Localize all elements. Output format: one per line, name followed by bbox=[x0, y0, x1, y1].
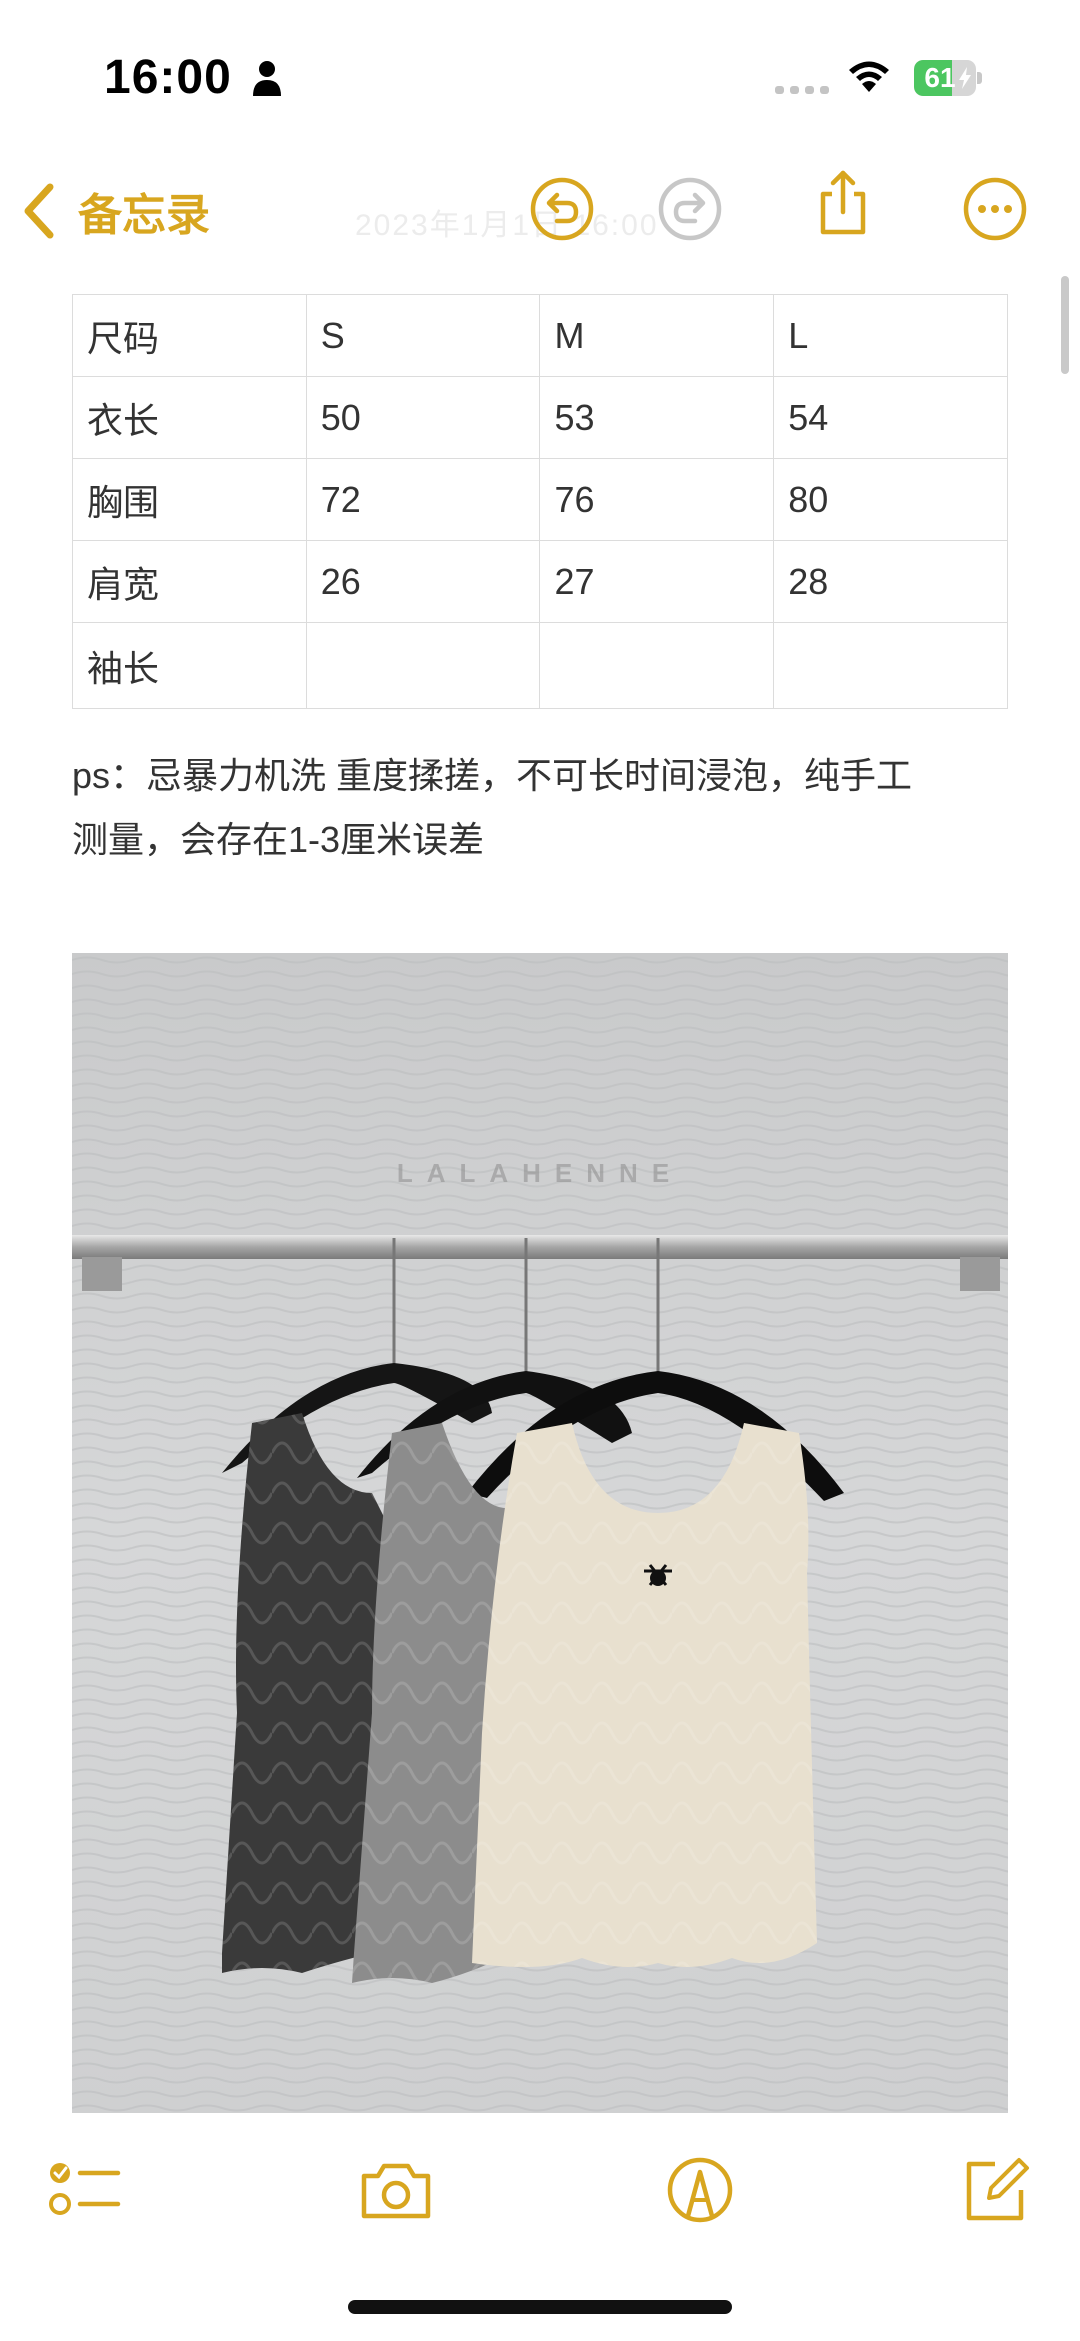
note-date: 2023年1月1日 16:00 bbox=[355, 209, 659, 242]
table-cell: 72 bbox=[305, 458, 541, 541]
compose-icon bbox=[966, 2158, 1029, 2221]
table-row: 袖长 bbox=[72, 622, 1008, 709]
table-cell bbox=[305, 622, 541, 709]
table-cell: 肩宽 bbox=[72, 540, 307, 623]
table-row: 尺码 S M L bbox=[72, 294, 1008, 377]
table-row: 肩宽 26 27 28 bbox=[72, 540, 1008, 623]
table-cell: 50 bbox=[305, 376, 541, 459]
camera-icon bbox=[361, 2163, 431, 2219]
charging-bolt-icon bbox=[959, 67, 971, 89]
undo-button[interactable] bbox=[527, 174, 597, 244]
redo-button[interactable] bbox=[655, 174, 725, 244]
camera-button[interactable] bbox=[356, 2150, 436, 2230]
table-cell: 76 bbox=[539, 458, 775, 541]
table-row: 衣长 50 53 54 bbox=[72, 376, 1008, 459]
table-row: 胸围 72 76 80 bbox=[72, 458, 1008, 541]
redo-icon bbox=[658, 177, 722, 241]
table-cell: 衣长 bbox=[72, 376, 307, 459]
scroll-indicator[interactable] bbox=[1061, 276, 1069, 374]
photo-watermark: LALAHENNE bbox=[396, 1158, 684, 1188]
table-cell: 26 bbox=[305, 540, 541, 623]
nav-bar: 备忘录 2023年1月1日 16:00 bbox=[0, 160, 1080, 260]
note-line-1: ps：忌暴力机洗 重度揉搓，不可长时间浸泡，纯手工 bbox=[72, 755, 913, 796]
back-button[interactable]: 备忘录 bbox=[20, 176, 210, 246]
table-cell bbox=[773, 622, 1008, 709]
wifi-icon bbox=[849, 61, 889, 92]
cellular-signal-icon bbox=[775, 86, 829, 94]
table-cell bbox=[539, 622, 775, 709]
care-note: ps：忌暴力机洗 重度揉搓，不可长时间浸泡，纯手工 测量，会存在1-3厘米误差 bbox=[72, 744, 1012, 872]
product-photo-graphic bbox=[72, 953, 1008, 2113]
note-line-2: 测量，会存在1-3厘米误差 bbox=[72, 819, 485, 860]
back-label: 备忘录 bbox=[78, 191, 210, 240]
markup-icon bbox=[667, 2157, 733, 2223]
table-cell: 胸围 bbox=[72, 458, 307, 541]
table-cell: 尺码 bbox=[72, 294, 307, 377]
checklist-icon bbox=[49, 2163, 121, 2215]
table-cell: 袖长 bbox=[72, 622, 307, 709]
markup-button[interactable] bbox=[660, 2150, 740, 2230]
more-icon bbox=[963, 177, 1027, 241]
person-icon bbox=[253, 61, 281, 96]
table-cell: L bbox=[773, 294, 1008, 377]
table-cell: M bbox=[539, 294, 775, 377]
more-button[interactable] bbox=[960, 174, 1030, 244]
home-indicator[interactable] bbox=[348, 2300, 732, 2314]
share-icon bbox=[820, 170, 866, 235]
table-cell: 27 bbox=[539, 540, 775, 623]
chevron-left-icon bbox=[24, 183, 54, 239]
table-cell: 54 bbox=[773, 376, 1008, 459]
compose-button[interactable] bbox=[955, 2150, 1035, 2230]
checklist-button[interactable] bbox=[44, 2150, 124, 2230]
table-cell: 28 bbox=[773, 540, 1008, 623]
battery-icon: 61 bbox=[914, 60, 982, 96]
table-cell: 80 bbox=[773, 458, 1008, 541]
table-cell: 53 bbox=[539, 376, 775, 459]
product-photo[interactable]: LALAHENNE bbox=[72, 953, 1008, 2113]
size-table: 尺码 S M L 衣长 50 53 54 胸围 72 76 80 肩宽 26 27 28 袖长 bbox=[72, 294, 1008, 709]
undo-icon bbox=[530, 177, 594, 241]
table-cell: S bbox=[305, 294, 541, 377]
share-button[interactable] bbox=[808, 168, 878, 238]
status-bar: 16:00 61 bbox=[0, 0, 1080, 150]
status-time: 16:00 bbox=[104, 51, 232, 104]
